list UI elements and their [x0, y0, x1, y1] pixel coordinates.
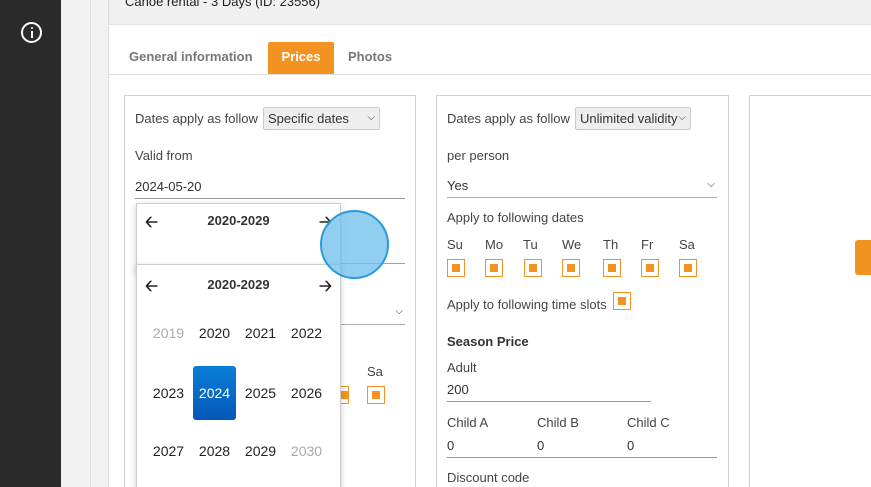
day-checkbox-su[interactable] — [447, 259, 465, 277]
year-cell[interactable]: 2027 — [147, 424, 190, 478]
adult-label: Adult — [447, 360, 477, 375]
time-slots-label: Apply to following time slots — [447, 297, 607, 312]
chevron-down-icon: ⌵ — [707, 179, 715, 190]
card-header: Canoe rental - 3 Days (ID: 23556) — [109, 0, 871, 25]
year-cell[interactable]: 2030 — [285, 424, 328, 478]
per-person-select[interactable]: Yes ⌵ — [447, 174, 717, 198]
day-label-su: Su — [447, 237, 463, 252]
adult-price-input[interactable]: 200 — [447, 378, 651, 402]
year-cell[interactable]: 2019 — [147, 306, 190, 360]
info-icon[interactable] — [21, 22, 42, 43]
year-cell[interactable]: 2020 — [193, 306, 236, 360]
sidebar — [0, 0, 61, 487]
per-person-value: Yes — [447, 178, 469, 193]
tab-general-information[interactable]: General information — [123, 42, 259, 74]
valid-from-label: Valid from — [135, 148, 193, 163]
valid-from-input[interactable]: 2024-05-20 — [135, 175, 405, 199]
child-a-input[interactable]: 0 — [447, 434, 537, 458]
season-price-heading: Season Price — [447, 334, 529, 349]
arrow-right-icon[interactable]: 🡢 — [319, 275, 332, 302]
year-picker-back: 🡠 2020-2029 🡢 — [136, 203, 341, 273]
chevron-down-icon: ⌵ — [395, 306, 403, 317]
year-cell[interactable]: 2022 — [285, 306, 328, 360]
tab-photos[interactable]: Photos — [342, 42, 398, 74]
day-checkbox-sa[interactable] — [679, 259, 697, 277]
apply-dates-label: Apply to following dates — [447, 210, 584, 225]
day-checkbox-th[interactable] — [603, 259, 621, 277]
gutter — [61, 0, 91, 487]
day-checkbox-tu[interactable] — [524, 259, 542, 277]
year-cell[interactable]: 2025 — [239, 366, 282, 420]
card-title: Canoe rental - 3 Days (ID: 23556) — [125, 0, 321, 9]
tab-prices[interactable]: Prices — [268, 42, 334, 74]
day-label-mo: Mo — [485, 237, 504, 252]
chevron-down-icon: ⌵ — [678, 112, 686, 123]
year-cell[interactable]: 2029 — [239, 424, 282, 478]
day-label-th: Th — [603, 237, 619, 252]
year-cell-selected[interactable]: 2024 — [193, 366, 236, 420]
child-b-label: Child B — [537, 415, 579, 430]
picker-title-back: 2020-2029 — [207, 213, 270, 228]
dates-apply-select-2[interactable]: Unlimited validity ⌵ — [575, 107, 691, 130]
year-cell[interactable]: 2021 — [239, 306, 282, 360]
day-label-fr: Fr — [641, 237, 654, 252]
discount-code-label: Discount code — [447, 470, 530, 485]
child-b-input[interactable]: 0 — [537, 434, 627, 458]
dates-apply-value-2: Unlimited validity — [580, 111, 678, 126]
dates-apply-label-2: Dates apply as follow — [447, 111, 570, 126]
per-person-label: per person — [447, 148, 510, 163]
day-checkbox-we[interactable] — [562, 259, 580, 277]
day-label-tu: Tu — [523, 237, 538, 252]
day-checkbox-sa-1[interactable] — [367, 386, 385, 404]
time-slots-checkbox[interactable] — [613, 292, 631, 310]
day-label-sa: Sa — [679, 237, 695, 252]
chevron-down-icon: ⌵ — [367, 112, 375, 123]
year-cell[interactable]: 2028 — [193, 424, 236, 478]
year-picker: 🡠 2020-2029 🡢 2019 2020 2021 2022 2023 2… — [136, 264, 341, 487]
panel1-select-partial[interactable]: ⌵ — [340, 301, 405, 325]
child-c-label: Child C — [627, 415, 670, 430]
dates-apply-select-1[interactable]: Specific dates ⌵ — [263, 107, 380, 130]
touch-indicator — [320, 210, 389, 279]
child-c-input[interactable]: 0 — [627, 434, 717, 458]
dates-apply-value-1: Specific dates — [268, 111, 349, 126]
year-cell[interactable]: 2023 — [147, 366, 190, 420]
year-cell[interactable]: 2026 — [285, 366, 328, 420]
tab-bar: General information Prices Photos — [109, 42, 871, 75]
dates-apply-label-1: Dates apply as follow — [135, 111, 258, 126]
price-panel-3 — [749, 95, 871, 487]
panel3-action-button[interactable] — [855, 240, 871, 275]
day-checkbox-mo[interactable] — [485, 259, 503, 277]
day-label-we: We — [562, 237, 582, 252]
child-a-label: Child A — [447, 415, 489, 430]
day-checkbox-fr[interactable] — [641, 259, 659, 277]
picker-title: 2020-2029 — [207, 277, 270, 292]
day-label-sa-1: Sa — [367, 364, 383, 379]
